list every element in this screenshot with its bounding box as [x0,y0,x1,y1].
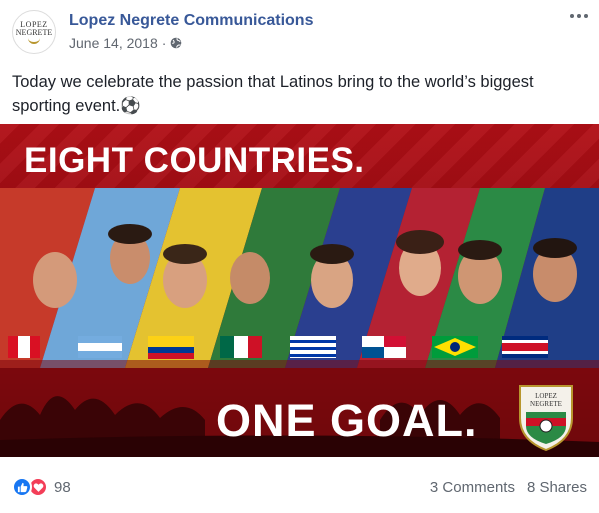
page-avatar[interactable]: LOPEZ NEGRETE [12,10,56,54]
more-options-icon[interactable] [570,14,588,18]
comments-count-link[interactable]: 3 Comments [430,479,515,496]
post-meta: June 14, 2018 · [69,35,182,51]
headline-bottom: ONE GOAL. [216,395,478,446]
fans-stripes [0,188,599,368]
reaction-count: 98 [54,478,71,496]
avatar-text-line2: NEGRETE [15,27,53,37]
globe-icon[interactable] [170,37,182,49]
svg-text:NEGRETE: NEGRETE [530,400,562,408]
shares-count-link[interactable]: 8 Shares [527,479,587,496]
avatar-mark [28,38,40,44]
page-name-link[interactable]: Lopez Negrete Communications [69,12,313,30]
like-icon [12,477,32,497]
post-date-link[interactable]: June 14, 2018 [69,35,158,51]
post-header: LOPEZ NEGRETE Lopez Negrete Communicatio… [12,10,592,58]
post-footer: 98 3 Comments 8 Shares [12,474,587,500]
reactions-summary[interactable]: 98 [12,477,71,497]
svg-text:LOPEZ: LOPEZ [535,392,557,400]
engagement-stats: 3 Comments 8 Shares [430,479,587,496]
post-caption: Today we celebrate the passion that Lati… [12,73,534,115]
facebook-post: LOPEZ NEGRETE Lopez Negrete Communicatio… [0,0,599,513]
headline-top: EIGHT COUNTRIES. [24,141,365,180]
post-image[interactable]: EIGHT COUNTRIES. ONE GOAL. LOPEZ NEGRETE [0,124,599,457]
meta-separator: · [161,35,167,51]
lopez-negrete-badge-icon: LOPEZ NEGRETE [519,385,573,452]
